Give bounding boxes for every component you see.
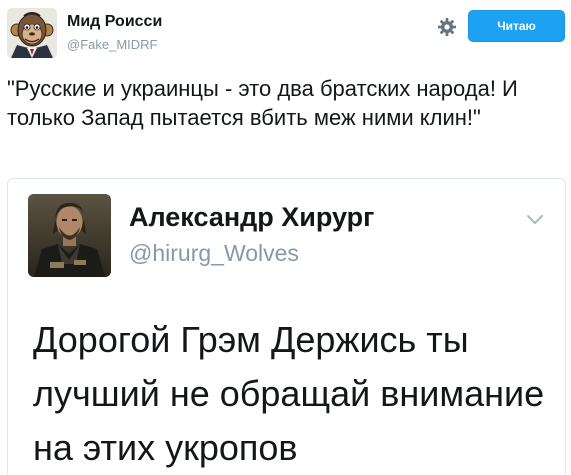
- biker-avatar-icon: [28, 194, 111, 277]
- quoted-author-display-name[interactable]: Александр Хирург: [129, 202, 374, 233]
- author-screen-name[interactable]: @Fake_MIDRF: [67, 37, 158, 52]
- chevron-down-icon[interactable]: [526, 213, 544, 225]
- quoted-author-screen-name[interactable]: @hirurg_Wolves: [129, 240, 299, 267]
- author-avatar[interactable]: [7, 8, 57, 58]
- tweet-embed: Мид Роисси @Fake_MIDRF Читаю "Русские и …: [0, 0, 571, 475]
- gear-icon[interactable]: [437, 17, 457, 37]
- follow-button[interactable]: Читаю: [468, 10, 565, 42]
- author-display-name[interactable]: Мид Роисси: [67, 13, 162, 31]
- monkey-avatar-icon: [7, 8, 57, 58]
- quoted-author-avatar[interactable]: [28, 194, 111, 277]
- quoted-tweet-card[interactable]: Александр Хирург @hirurg_Wolves Дорогой …: [7, 178, 566, 475]
- quoted-tweet-text: Дорогой Грэм Держись ты лучший не обраща…: [33, 319, 545, 468]
- tweet-text: "Русские и украинцы - это два братских н…: [7, 76, 518, 130]
